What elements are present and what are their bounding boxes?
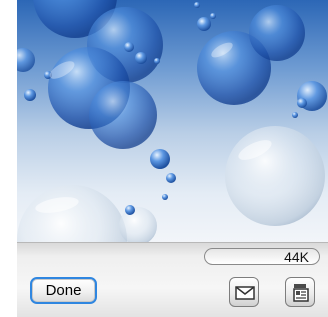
mail-button[interactable] (229, 277, 259, 307)
file-size-indicator: 44K (204, 248, 320, 265)
done-button[interactable]: Done (30, 277, 97, 304)
image-viewer: 44K Done (17, 0, 328, 317)
bottom-toolbar: 44K Done (17, 242, 328, 317)
wallpaper-image[interactable] (17, 0, 328, 242)
bubbles-graphic (17, 0, 327, 242)
mail-icon (235, 286, 255, 300)
file-details-button[interactable] (285, 277, 315, 307)
file-size-label: 44K (284, 249, 309, 265)
file-details-icon (293, 284, 309, 302)
